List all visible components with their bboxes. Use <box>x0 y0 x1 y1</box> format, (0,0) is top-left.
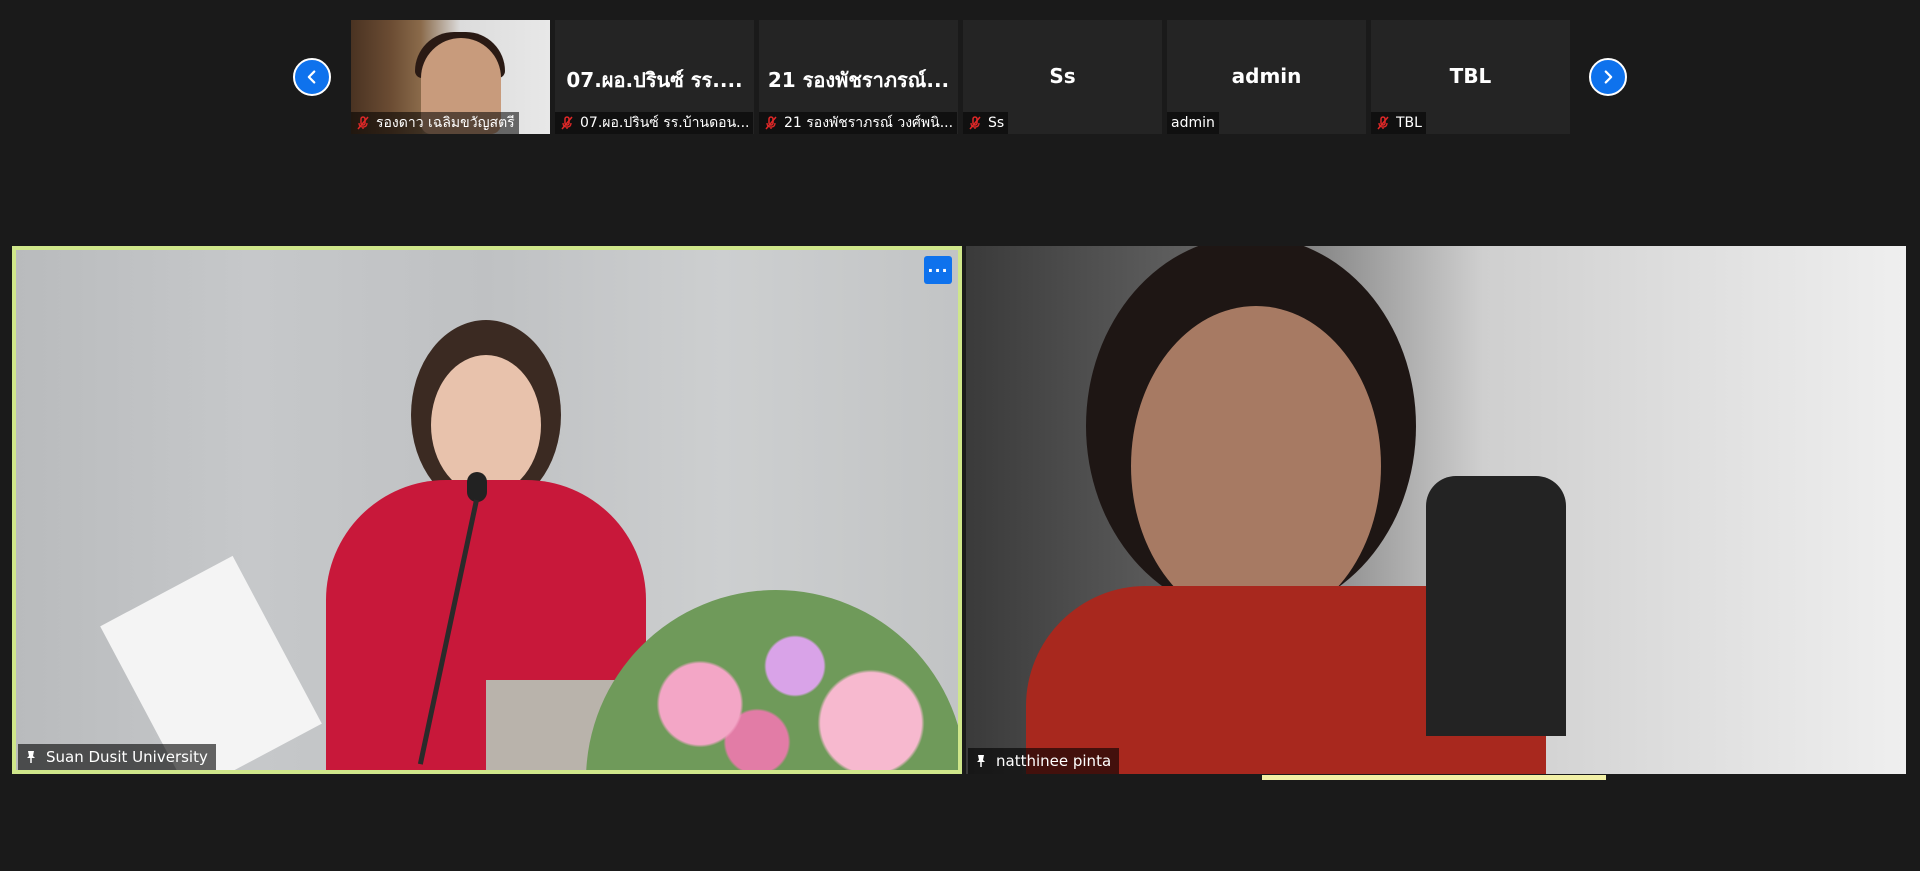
participant-name: 07.ผอ.ปรินซ์ รร.บ้านดอน... <box>580 115 750 131</box>
mic-muted-icon <box>357 116 369 130</box>
participant-name: Ss <box>988 115 1005 131</box>
participant-thumbnail[interactable]: 21 รองพัชราภรณ์... 21 รองพัชราภรณ์ วงศ์พ… <box>759 20 958 134</box>
participant-thumbnail[interactable]: Ss Ss <box>963 20 1162 134</box>
participant-name: 21 รองพัชราภรณ์ วงศ์พนิ... <box>784 115 954 131</box>
more-options-button[interactable]: ··· <box>924 256 952 284</box>
mic-muted-icon <box>969 116 981 130</box>
chevron-right-icon <box>1604 70 1613 84</box>
participant-thumbnail[interactable]: 07.ผอ.ปรินซ์ รร.... 07.ผอ.ปรินซ์ รร.บ้าน… <box>555 20 754 134</box>
participant-name: รองดาว เฉลิมขวัญสตรี <box>376 115 515 131</box>
participant-label: Ss <box>963 112 1009 134</box>
participant-label: 21 รองพัชราภรณ์ วงศ์พนิ... <box>759 112 958 134</box>
participant-thumbnail[interactable]: TBL TBL <box>1371 20 1570 134</box>
participant-label: 07.ผอ.ปรินซ์ รร.บ้านดอน... <box>555 112 754 134</box>
video-tile-suan-dusit[interactable]: ··· Suan Dusit University <box>12 246 962 774</box>
participant-thumbnail[interactable]: admin admin <box>1167 20 1366 134</box>
participant-name: admin <box>1171 115 1215 131</box>
mic-muted-icon <box>561 116 573 130</box>
participant-video <box>16 250 958 770</box>
pin-icon <box>977 755 985 767</box>
speaker-indicator-bar <box>1262 775 1606 780</box>
participant-display-name: 21 รองพัชราภรณ์... <box>767 68 950 92</box>
participant-display-name: TBL <box>1449 64 1492 88</box>
participant-thumbnail[interactable]: รองดาว เฉลิมขวัญสตรี <box>351 20 550 134</box>
gallery-prev-button[interactable] <box>293 58 331 96</box>
participant-name: TBL <box>1396 115 1422 131</box>
participant-label: รองดาว เฉลิมขวัญสตรี <box>351 112 519 134</box>
participant-name: Suan Dusit University <box>46 748 208 766</box>
participant-display-name: 07.ผอ.ปรินซ์ รร.... <box>566 68 743 92</box>
pin-icon <box>27 751 35 763</box>
participant-label: Suan Dusit University <box>18 744 216 770</box>
participant-video <box>966 246 1906 774</box>
mic-muted-icon <box>1377 116 1389 130</box>
participant-name: natthinee pinta <box>996 752 1112 770</box>
video-tile-natthinee[interactable]: natthinee pinta <box>966 246 1906 774</box>
participant-display-name: Ss <box>1049 64 1076 88</box>
chevron-left-icon <box>307 70 316 84</box>
gallery-next-button[interactable] <box>1589 58 1627 96</box>
mic-muted-icon <box>765 116 777 130</box>
participant-label: natthinee pinta <box>968 748 1120 774</box>
participant-label: TBL <box>1371 112 1426 134</box>
participant-label: admin <box>1167 112 1219 134</box>
participant-display-name: admin <box>1231 64 1302 88</box>
